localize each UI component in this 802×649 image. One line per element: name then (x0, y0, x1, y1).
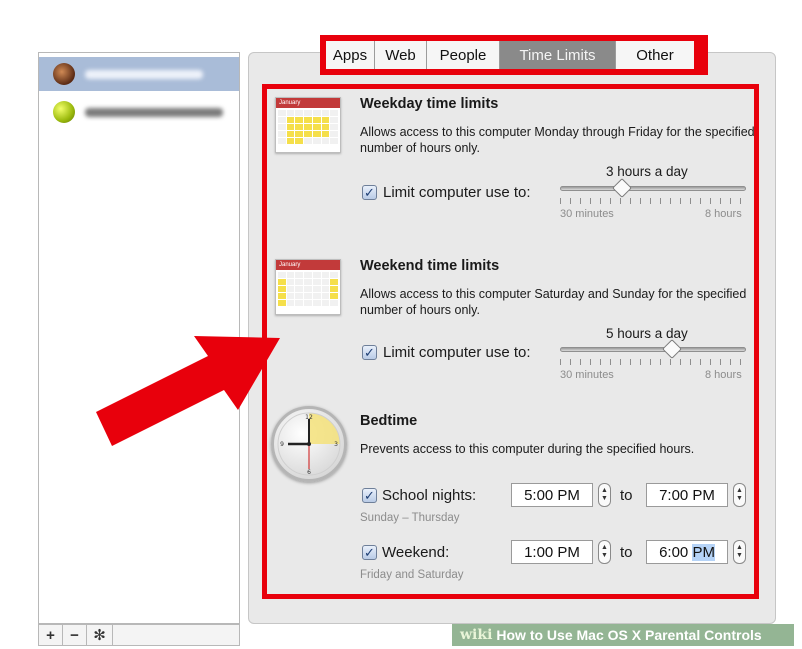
calendar-month: January (276, 98, 340, 108)
weekend-bedtime-label: Weekend: (382, 544, 450, 561)
sidebar-toolbar: + − ✻ (38, 624, 240, 646)
bedtime-title: Bedtime (360, 413, 418, 429)
tab-people[interactable]: People (427, 41, 500, 69)
weekend-bedtime-start-stepper[interactable]: ▲ ▼ (598, 540, 611, 564)
school-nights-end-time[interactable]: 7:00 PM (646, 483, 728, 507)
slider-ticks (560, 198, 746, 204)
slider-track (560, 347, 746, 352)
weekend-bedtime-checkbox[interactable]: ✓ (362, 545, 377, 560)
weekend-max-label: 8 hours (705, 369, 742, 381)
remove-user-button[interactable]: − (63, 625, 87, 645)
user-row[interactable] (39, 95, 239, 129)
weekend-description: Allows access to this computer Saturday … (360, 287, 747, 317)
bedtime-description: Prevents access to this computer during … (360, 442, 695, 456)
add-user-button[interactable]: + (39, 625, 63, 645)
slider-track (560, 186, 746, 191)
weekday-checkbox[interactable]: ✓ (362, 185, 377, 200)
calendar-month: January (276, 260, 340, 270)
tab-time-limits[interactable]: Time Limits (500, 41, 616, 69)
red-arrow-annotation (96, 336, 280, 446)
tab-apps[interactable]: Apps (326, 41, 375, 69)
school-nights-sublabel: Sunday – Thursday (360, 512, 460, 524)
weekend-value-label: 5 hours a day (606, 326, 688, 341)
weekend-checkbox[interactable]: ✓ (362, 345, 377, 360)
weekday-title: Weekday time limits (360, 96, 499, 112)
tab-other[interactable]: Other (616, 41, 694, 69)
slider-ticks (560, 359, 746, 365)
school-nights-start-stepper[interactable]: ▲ ▼ (598, 483, 611, 507)
weekend-bedtime-end-stepper[interactable]: ▲ ▼ (733, 540, 746, 564)
tab-bar: Apps Web People Time Limits Other (320, 35, 708, 75)
weekend-slider[interactable] (560, 339, 746, 365)
weekend-checkbox-label: Limit computer use to: (383, 344, 531, 361)
calendar-icon: January (275, 97, 341, 153)
weekday-max-label: 8 hours (705, 208, 742, 220)
weekday-min-label: 30 minutes (560, 208, 614, 220)
user-name-blurred (85, 69, 203, 79)
user-row-selected[interactable] (39, 57, 239, 91)
weekend-bedtime-start-time[interactable]: 1:00 PM (511, 540, 593, 564)
user-name-blurred (85, 107, 223, 117)
school-nights-start-time[interactable]: 5:00 PM (511, 483, 593, 507)
watermark-brand: wiki (460, 627, 493, 643)
school-nights-label: School nights: (382, 487, 477, 504)
school-nights-to-label: to (620, 487, 633, 504)
svg-text:6: 6 (307, 469, 311, 476)
weekend-min-label: 30 minutes (560, 369, 614, 381)
svg-text:3: 3 (334, 441, 338, 448)
weekend-title: Weekend time limits (360, 258, 500, 274)
watermark: wiki How to Use Mac OS X Parental Contro… (452, 624, 794, 646)
weekend-bedtime-to-label: to (620, 544, 633, 561)
weekend-bedtime-end-time[interactable]: 6:00 PM (646, 540, 728, 564)
end-time-ampm-selected[interactable]: PM (692, 543, 715, 561)
tab-web[interactable]: Web (375, 41, 427, 69)
end-time-hours: 6:00 (659, 543, 689, 561)
weekday-slider[interactable] (560, 178, 746, 204)
weekday-description: Allows access to this computer Monday th… (360, 125, 755, 155)
watermark-text: How to Use Mac OS X Parental Controls (496, 627, 762, 643)
user-avatar (53, 63, 75, 85)
user-avatar (53, 101, 75, 123)
weekday-checkbox-label: Limit computer use to: (383, 184, 531, 201)
weekend-bedtime-sublabel: Friday and Saturday (360, 569, 464, 581)
school-nights-end-stepper[interactable]: ▲ ▼ (733, 483, 746, 507)
weekday-value-label: 3 hours a day (606, 164, 688, 179)
school-nights-checkbox[interactable]: ✓ (362, 488, 377, 503)
gear-icon[interactable]: ✻ (87, 625, 113, 645)
